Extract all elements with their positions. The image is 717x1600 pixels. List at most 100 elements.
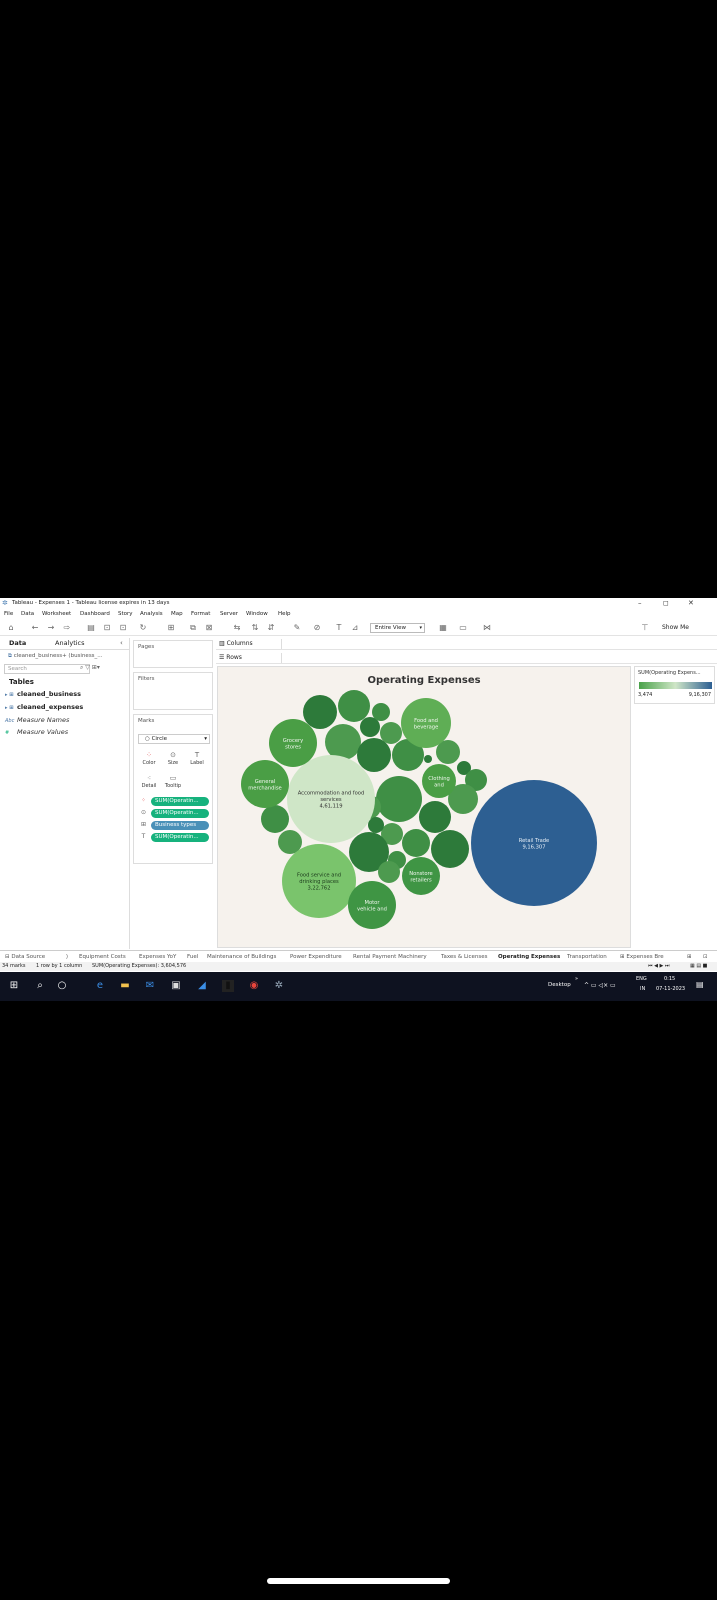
table-cleaned-business[interactable]: ▸ ⊞ cleaned_business bbox=[5, 690, 81, 698]
lang-1[interactable]: ENG bbox=[636, 976, 647, 982]
desktop-toolbar[interactable]: Desktop bbox=[548, 982, 571, 988]
highlight-icon[interactable]: ✎ bbox=[292, 623, 302, 633]
menu-data[interactable]: Data bbox=[21, 609, 34, 619]
menu-window[interactable]: Window bbox=[246, 609, 268, 619]
columns-shelf[interactable]: ▥ Columns bbox=[216, 638, 717, 650]
show-labels-icon[interactable]: T bbox=[334, 623, 344, 633]
bubble-label: Retail Trade bbox=[519, 838, 550, 844]
bubble-mark[interactable] bbox=[376, 776, 422, 822]
close-button[interactable]: ✕ bbox=[688, 598, 694, 609]
size-pill[interactable]: SUM(Operatin... bbox=[151, 809, 209, 818]
field-measure-values[interactable]: # Measure Values bbox=[5, 728, 68, 736]
refresh-icon[interactable]: ↻ bbox=[138, 623, 148, 633]
mark-type-select[interactable]: ○ Circle ▾ bbox=[138, 734, 210, 744]
menu-dashboard[interactable]: Dashboard bbox=[80, 609, 110, 619]
rows-shelf[interactable]: ☰ Rows bbox=[216, 652, 717, 664]
color-button[interactable]: ⁘ Color bbox=[138, 750, 160, 770]
bubble-mark[interactable] bbox=[372, 703, 390, 721]
new-worksheet-icon[interactable]: ⊞ bbox=[166, 623, 176, 633]
windows-start-icon[interactable]: ⊞ bbox=[8, 980, 20, 992]
detail-pill[interactable]: Business types bbox=[151, 821, 209, 830]
collapse-pane-icon[interactable]: ‹ bbox=[120, 638, 123, 648]
store-icon[interactable]: ▣ bbox=[170, 980, 182, 992]
restore-button[interactable]: ◻ bbox=[663, 598, 669, 609]
fix-axes-icon[interactable]: ⊿ bbox=[350, 623, 360, 633]
color-pill[interactable]: SUM(Operatin... bbox=[151, 797, 209, 806]
pages-card[interactable]: Pages bbox=[133, 640, 213, 668]
home-icon[interactable]: ⌂ bbox=[6, 623, 16, 633]
table-cleaned-expenses[interactable]: ▸ ⊞ cleaned_expenses bbox=[5, 703, 83, 711]
menu-map[interactable]: Map bbox=[171, 609, 183, 619]
tab-analytics[interactable]: Analytics bbox=[55, 638, 85, 649]
menu-story[interactable]: Story bbox=[118, 609, 133, 619]
menu-worksheet[interactable]: Worksheet bbox=[42, 609, 71, 619]
duplicate-icon[interactable]: ⧉ bbox=[188, 623, 198, 633]
bubble-mark[interactable] bbox=[357, 738, 391, 772]
undo-icon[interactable]: ← bbox=[30, 623, 40, 633]
show-me-icon[interactable]: ⊤ bbox=[640, 623, 650, 633]
home-indicator[interactable] bbox=[267, 1578, 450, 1584]
bubble-mark[interactable] bbox=[431, 830, 469, 868]
redo-icon[interactable]: → bbox=[46, 623, 56, 633]
redo-dropdown-icon[interactable]: ⇨ bbox=[62, 623, 72, 633]
tab-data[interactable]: Data bbox=[9, 638, 26, 649]
task-view-icon[interactable]: ○ bbox=[56, 980, 68, 992]
sheet-nav-icon[interactable]: ⏮ ◀ ▶ ⏭ bbox=[648, 962, 669, 971]
detail-button[interactable]: ⁖ Detail bbox=[138, 773, 160, 793]
view-mode-icon[interactable]: ▦ ▤ ■ bbox=[690, 962, 707, 971]
menu-help[interactable]: Help bbox=[278, 609, 291, 619]
filters-card[interactable]: Filters bbox=[133, 672, 213, 710]
bubble-mark[interactable] bbox=[419, 801, 451, 833]
bubble-mark[interactable] bbox=[338, 690, 370, 722]
mail-icon[interactable]: ✉ bbox=[144, 980, 156, 992]
color-legend[interactable]: SUM(Operating Expens... 3,474 9,16,307 bbox=[634, 666, 715, 704]
search-input[interactable]: Search bbox=[4, 664, 90, 674]
bubble-mark[interactable] bbox=[303, 695, 337, 729]
more-chevron-icon[interactable]: » bbox=[575, 976, 578, 982]
tooltip-button[interactable]: ▭ Tooltip bbox=[162, 773, 184, 793]
new-datasource-icon[interactable]: ⊡ bbox=[102, 623, 112, 633]
swap-icon[interactable]: ⇆ bbox=[232, 623, 242, 633]
tray-icons[interactable]: ^ ▭ ◁× ▭ bbox=[584, 982, 616, 989]
datasource-name[interactable]: ⧉ cleaned_business+ (business_... bbox=[8, 653, 103, 660]
group-icon[interactable]: ⊘ bbox=[312, 623, 322, 633]
label-pill[interactable]: SUM(Operatin... bbox=[151, 833, 209, 842]
size-button[interactable]: ⊙ Size bbox=[162, 750, 184, 770]
label-button[interactable]: T Label bbox=[186, 750, 208, 770]
bubble-mark[interactable] bbox=[378, 861, 400, 883]
bubble-mark[interactable] bbox=[380, 722, 402, 744]
search-icon[interactable]: ⌕ bbox=[34, 980, 46, 992]
menu-format[interactable]: Format bbox=[191, 609, 210, 619]
search-filter-icon[interactable]: ⌕ ▽ ⊞▾ bbox=[80, 664, 100, 672]
lang-2[interactable]: IN bbox=[640, 986, 645, 992]
presentation-icon[interactable]: ▦ bbox=[438, 623, 448, 633]
app-icon[interactable]: ◢ bbox=[196, 980, 208, 992]
chrome-icon[interactable]: ◉ bbox=[248, 980, 260, 992]
datasource-menu-icon[interactable]: ⊡ bbox=[118, 623, 128, 633]
bubble-mark[interactable] bbox=[424, 755, 432, 763]
edge-icon[interactable]: e bbox=[94, 980, 106, 992]
fit-view-select[interactable]: Entire View ▾ bbox=[370, 623, 425, 633]
save-icon[interactable]: ▤ bbox=[86, 623, 96, 633]
menu-server[interactable]: Server bbox=[220, 609, 238, 619]
device-preview-icon[interactable]: ▭ bbox=[458, 623, 468, 633]
sort-descending-icon[interactable]: ⇵ bbox=[266, 623, 276, 633]
field-measure-names[interactable]: Abc Measure Names bbox=[5, 716, 69, 724]
bubble-mark[interactable] bbox=[261, 805, 289, 833]
sort-ascending-icon[interactable]: ⇅ bbox=[250, 623, 260, 633]
show-me-button[interactable]: Show Me bbox=[662, 623, 689, 633]
terminal-icon[interactable]: ▮ bbox=[222, 980, 234, 992]
minimize-button[interactable]: – bbox=[638, 598, 642, 609]
tableau-taskbar-icon[interactable]: ✲ bbox=[273, 980, 285, 992]
clear-sheet-icon[interactable]: ⊠ bbox=[204, 623, 214, 633]
bubble-mark[interactable] bbox=[325, 724, 361, 760]
bubble-mark[interactable] bbox=[402, 829, 430, 857]
menu-file[interactable]: File bbox=[4, 609, 13, 619]
menu-analysis[interactable]: Analysis bbox=[140, 609, 163, 619]
clock-time[interactable]: 0:15 bbox=[664, 976, 675, 982]
share-icon[interactable]: ⋈ bbox=[482, 623, 492, 633]
clock-date[interactable]: 07-11-2023 bbox=[656, 986, 685, 992]
file-explorer-icon[interactable]: ▬ bbox=[119, 980, 131, 992]
bubble-mark[interactable] bbox=[368, 817, 384, 833]
notification-icon[interactable]: ▤ bbox=[696, 980, 704, 989]
